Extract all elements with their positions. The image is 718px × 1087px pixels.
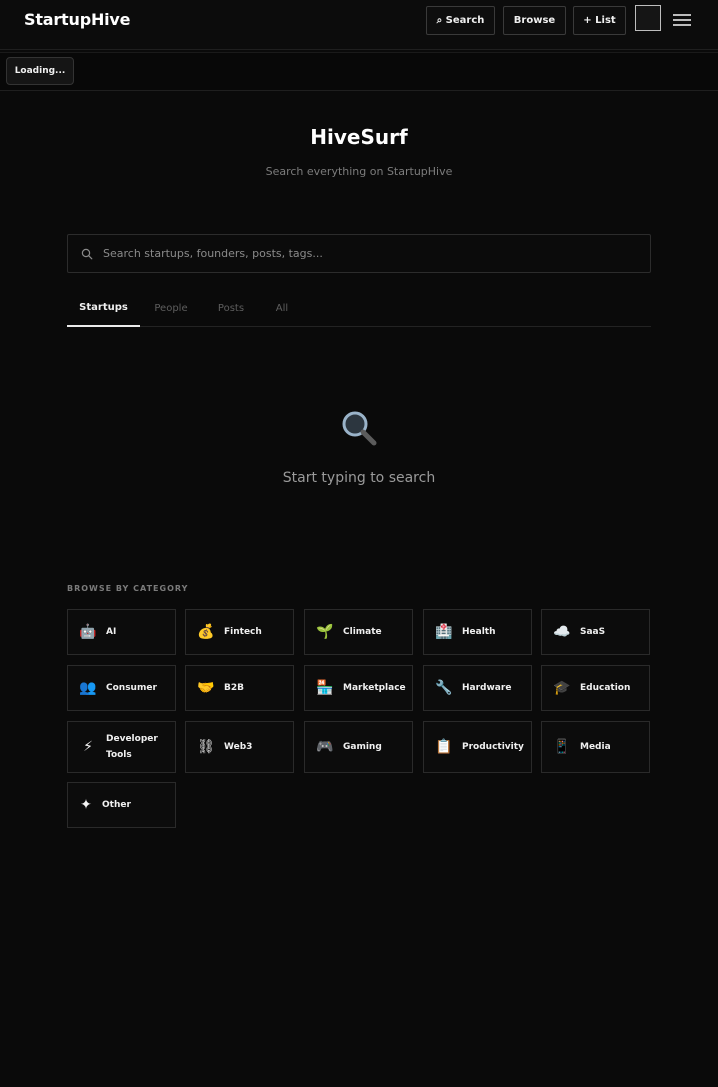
- hospital-icon: 🏥: [435, 624, 453, 640]
- search-button[interactable]: ⌕ Search: [426, 6, 495, 35]
- hamburger-menu-icon[interactable]: [673, 14, 691, 26]
- search-icon: [81, 248, 93, 260]
- category-health[interactable]: 🏥 Health: [423, 609, 532, 655]
- store-icon: 🏪: [316, 680, 334, 696]
- category-web3[interactable]: ⛓ Web3: [185, 721, 294, 773]
- category-consumer[interactable]: 👥 Consumer: [67, 665, 176, 711]
- page-title: HiveSurf: [310, 125, 408, 149]
- category-b2b[interactable]: 🤝 B2B: [185, 665, 294, 711]
- tab-all[interactable]: All: [272, 290, 292, 327]
- cloud-icon: ☁️: [553, 624, 571, 640]
- browse-button[interactable]: Browse: [503, 6, 566, 35]
- category-developer-tools[interactable]: ⚡ Developer Tools: [67, 721, 176, 773]
- category-label: AI: [106, 627, 117, 637]
- category-marketplace[interactable]: 🏪 Marketplace: [304, 665, 413, 711]
- tab-startups[interactable]: Startups: [67, 290, 140, 327]
- magnifier-icon: [342, 411, 377, 446]
- search-field-container[interactable]: [67, 234, 651, 273]
- category-label: B2B: [224, 683, 244, 693]
- money-bag-icon: 💰: [197, 624, 215, 640]
- category-ai[interactable]: 🤖 AI: [67, 609, 176, 655]
- category-label: Hardware: [462, 683, 512, 693]
- category-label: Productivity: [462, 742, 524, 752]
- page-subtitle: Search everything on StartupHive: [265, 165, 453, 178]
- category-label: Other: [102, 800, 131, 810]
- people-icon: 👥: [79, 680, 97, 696]
- top-navigation-bar: StartupHive ⌕ Search Browse + List: [0, 0, 718, 50]
- wrench-icon: 🔧: [435, 680, 453, 696]
- mobile-phone-icon: 📱: [553, 739, 571, 755]
- category-label: Marketplace: [343, 683, 406, 693]
- handshake-icon: 🤝: [197, 680, 215, 696]
- category-education[interactable]: 🎓 Education: [541, 665, 650, 711]
- robot-icon: 🤖: [79, 624, 97, 640]
- category-label: Fintech: [224, 627, 262, 637]
- category-gaming[interactable]: 🎮 Gaming: [304, 721, 413, 773]
- category-label: SaaS: [580, 627, 606, 637]
- category-label: Gaming: [343, 742, 382, 752]
- brand-logo[interactable]: StartupHive: [24, 10, 131, 29]
- category-label: Developer Tools: [106, 734, 158, 760]
- search-tabs: Startups People Posts All: [67, 290, 651, 327]
- category-saas[interactable]: ☁️ SaaS: [541, 609, 650, 655]
- lightning-icon: ⚡: [83, 739, 93, 755]
- graduation-cap-icon: 🎓: [553, 680, 571, 696]
- category-productivity[interactable]: 📋 Productivity: [423, 721, 532, 773]
- tab-posts[interactable]: Posts: [215, 290, 247, 327]
- clipboard-icon: 📋: [435, 739, 453, 755]
- avatar[interactable]: [635, 5, 661, 31]
- tab-people[interactable]: People: [151, 290, 191, 327]
- category-hardware[interactable]: 🔧 Hardware: [423, 665, 532, 711]
- category-section-heading: BROWSE BY CATEGORY: [67, 584, 189, 593]
- category-other[interactable]: ✦ Other: [67, 782, 176, 828]
- sparkle-icon: ✦: [80, 797, 92, 813]
- search-input[interactable]: [103, 235, 643, 272]
- category-label: Web3: [224, 742, 253, 752]
- seedling-icon: 🌱: [316, 624, 334, 640]
- category-label: Consumer: [106, 683, 157, 693]
- category-label: Media: [580, 742, 611, 752]
- category-label: Climate: [343, 627, 382, 637]
- category-media[interactable]: 📱 Media: [541, 721, 650, 773]
- loading-badge: Loading...: [6, 57, 74, 85]
- list-startup-button[interactable]: + List: [573, 6, 626, 35]
- chain-icon: ⛓: [197, 739, 215, 755]
- category-label: Health: [462, 627, 496, 637]
- empty-state-text: Start typing to search: [282, 470, 436, 486]
- category-label: Education: [580, 683, 631, 693]
- category-fintech[interactable]: 💰 Fintech: [185, 609, 294, 655]
- status-strip: Loading...: [0, 52, 718, 91]
- game-controller-icon: 🎮: [316, 739, 334, 755]
- category-climate[interactable]: 🌱 Climate: [304, 609, 413, 655]
